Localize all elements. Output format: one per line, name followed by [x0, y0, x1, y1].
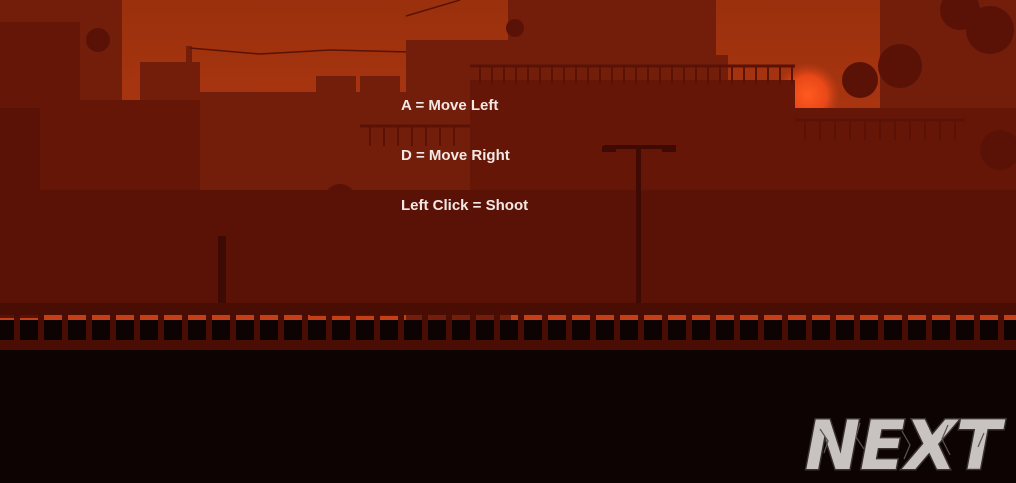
- railing-post: [374, 311, 380, 341]
- next-logo: NEXT: [804, 409, 1007, 479]
- railing-post: [998, 311, 1004, 341]
- railing-post: [446, 311, 452, 341]
- railing-post: [758, 311, 764, 341]
- railing-post: [662, 311, 668, 341]
- railing-post: [206, 311, 212, 341]
- railing-post: [950, 311, 956, 341]
- railing-post: [494, 311, 500, 341]
- railing-post: [830, 311, 836, 341]
- railing-post: [902, 311, 908, 341]
- railing-post: [566, 311, 572, 341]
- railing-post: [62, 311, 68, 341]
- railing-post: [158, 311, 164, 341]
- railing-post: [470, 311, 476, 341]
- hint-shoot: Left Click = Shoot: [401, 197, 529, 214]
- railing-post: [38, 311, 44, 341]
- railing-post: [734, 311, 740, 341]
- railing-post: [542, 311, 548, 341]
- railing-post: [326, 311, 332, 341]
- railing-post: [134, 311, 140, 341]
- railing-post: [710, 311, 716, 341]
- railing-post: [302, 311, 308, 341]
- hint-move-right: D = Move Right: [401, 147, 510, 164]
- railing-post: [854, 311, 860, 341]
- railing-post: [518, 311, 524, 341]
- railing-post: [974, 311, 980, 341]
- railing-post: [806, 311, 812, 341]
- railing-post: [590, 311, 596, 341]
- next-label: NEXT: [805, 409, 1005, 479]
- railing-post: [350, 311, 356, 341]
- railing-post: [278, 311, 284, 341]
- railing-post: [110, 311, 116, 341]
- railing-post: [686, 311, 692, 341]
- railing-post: [254, 311, 260, 341]
- railing-post: [614, 311, 620, 341]
- railing-post: [878, 311, 884, 341]
- bridge-railing: [0, 303, 1016, 350]
- railing-post: [422, 311, 428, 341]
- hint-move-left: A = Move Left: [401, 97, 499, 114]
- railing-post: [14, 311, 20, 341]
- next-button[interactable]: NEXT: [798, 409, 1008, 479]
- railing-post: [782, 311, 788, 341]
- railing-post: [230, 311, 236, 341]
- railing-post: [86, 311, 92, 341]
- railing-post: [638, 311, 644, 341]
- game-screen: A = Move Left D = Move Right Left Click …: [0, 0, 1016, 483]
- railing-post: [182, 311, 188, 341]
- railing-post: [398, 311, 404, 341]
- railing-post: [926, 311, 932, 341]
